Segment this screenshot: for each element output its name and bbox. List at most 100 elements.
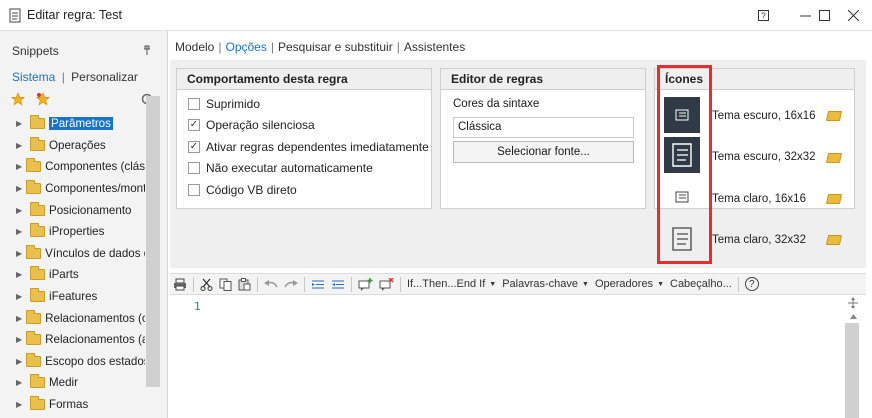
snippets-scrollbar[interactable] [146, 96, 160, 387]
header-button[interactable]: Cabeçalho... [667, 275, 735, 293]
close-button[interactable] [830, 0, 872, 30]
tree-item[interactable]: ▶ Vínculos de dados d [0, 243, 145, 265]
tree-item[interactable]: ▶ Componentes/mont [0, 178, 145, 200]
help-window-button[interactable]: ? [740, 0, 786, 30]
behavior-options: Suprimido ✓ Operação silenciosa ✓ Ativar r… [177, 90, 431, 201]
expand-arrow-icon[interactable]: ▶ [16, 335, 22, 344]
header-label: Cabeçalho... [670, 278, 732, 290]
tree-item[interactable]: ▶ iProperties [0, 221, 145, 243]
copy-icon [219, 278, 232, 291]
open-folder-icon[interactable] [825, 111, 843, 121]
paste-button[interactable] [235, 275, 254, 293]
option-suprimido[interactable]: Suprimido [177, 93, 431, 115]
tree-item-label: Componentes (cláss [45, 160, 145, 174]
redo-icon [284, 280, 298, 288]
option-ativar-regras[interactable]: ✓ Ativar regras dependentes imediatamente [177, 136, 431, 158]
tree-item[interactable]: ▶ Parâmetros [0, 113, 145, 135]
expand-arrow-icon[interactable]: ▶ [16, 400, 26, 409]
select-font-button[interactable]: Selecionar fonte... [453, 141, 634, 163]
tree-item[interactable]: ▶ Formas [0, 394, 145, 416]
expand-arrow-icon[interactable]: ▶ [16, 141, 26, 150]
tree-item[interactable]: ▶ Medir [0, 372, 145, 394]
indent-icon [312, 280, 324, 288]
folder-icon [26, 352, 42, 367]
add-comment-button[interactable] [355, 275, 376, 293]
help-button[interactable]: ? [742, 275, 762, 293]
tab-pesquisar[interactable]: Pesquisar e substituir [278, 40, 393, 54]
tab-sistema[interactable]: Sistema [12, 70, 55, 84]
tree-item-label: Vínculos de dados d [45, 246, 145, 260]
tab-assistentes[interactable]: Assistentes [404, 40, 465, 54]
copy-button[interactable] [216, 275, 235, 293]
option-label: Ativar regras dependentes imediatamente [206, 139, 429, 154]
option-label: Não executar automaticamente [206, 161, 373, 176]
option-nao-executar[interactable]: Não executar automaticamente [177, 158, 431, 180]
tree-item-label: iParts [49, 268, 79, 282]
scroll-up-arrow-icon[interactable] [849, 313, 858, 320]
undo-button[interactable] [261, 275, 281, 293]
indent-button[interactable] [308, 275, 328, 293]
checkbox[interactable] [188, 162, 200, 175]
maximize-icon [818, 9, 830, 21]
expand-arrow-icon[interactable]: ▶ [16, 206, 26, 215]
checkbox-checked[interactable]: ✓ [188, 140, 200, 153]
pin-icon[interactable] [142, 45, 152, 56]
tab-divider: | [396, 40, 400, 54]
keywords-dropdown[interactable]: Palavras-chave ▼ [499, 275, 592, 293]
expand-arrow-icon[interactable]: ▶ [16, 357, 22, 366]
title-bar: Editar regra: Test ? [0, 0, 872, 31]
open-folder-icon[interactable] [825, 153, 843, 163]
expand-arrow-icon[interactable]: ▶ [16, 119, 26, 128]
star-icon[interactable] [11, 92, 25, 106]
tree-item[interactable]: ▶ Relacionamentos (c [0, 307, 145, 329]
redo-button[interactable] [281, 275, 301, 293]
checkbox[interactable] [188, 183, 200, 196]
expand-arrow-icon[interactable]: ▶ [16, 162, 22, 171]
open-folder-icon[interactable] [825, 235, 843, 245]
tab-personalizar[interactable]: Personalizar [71, 70, 138, 84]
code-editor[interactable]: 1 [170, 296, 866, 418]
tree-item[interactable]: ▶ iParts [0, 264, 145, 286]
expand-arrow-icon[interactable]: ▶ [16, 249, 22, 258]
expand-arrow-icon[interactable]: ▶ [16, 378, 26, 387]
tree-item[interactable]: ▶ Posicionamento [0, 199, 145, 221]
cut-icon [200, 278, 213, 291]
folder-icon [30, 374, 45, 389]
tree-item[interactable]: ▶ Escopo dos estados [0, 351, 145, 373]
star-add-icon[interactable] [36, 92, 51, 106]
tree-item-label: Relacionamentos (c [45, 311, 145, 325]
icon-label: Tema claro, 32x32 [712, 234, 806, 246]
tree-item[interactable]: ▶ Operações [0, 135, 145, 157]
cut-button[interactable] [197, 275, 216, 293]
remove-comment-button[interactable] [376, 275, 397, 293]
option-codigo-vb[interactable]: Código VB direto [177, 179, 431, 201]
open-folder-icon[interactable] [825, 194, 843, 204]
tree-item[interactable]: ▶ Componentes (cláss [0, 156, 145, 178]
tree-item-label: Posicionamento [49, 203, 132, 217]
outdent-button[interactable] [328, 275, 348, 293]
syntax-colors-field[interactable]: Clássica [453, 117, 634, 138]
expand-arrow-icon[interactable]: ▶ [16, 292, 26, 301]
expand-arrow-icon[interactable]: ▶ [16, 314, 22, 323]
expand-arrow-icon[interactable]: ▶ [16, 184, 22, 193]
tab-opcoes[interactable]: Opções [225, 40, 266, 54]
keywords-label: Palavras-chave [502, 278, 579, 290]
toolbar-separator [737, 276, 739, 292]
operators-dropdown[interactable]: Operadores ▼ [592, 275, 667, 293]
expand-arrow-icon[interactable]: ▶ [16, 270, 26, 279]
tree-item[interactable]: ▶ iFeatures [0, 286, 145, 308]
option-operacao-silenciosa[interactable]: ✓ Operação silenciosa [177, 115, 431, 137]
editor-tabs: Modelo | Opções | Pesquisar e substituir | Ass… [175, 40, 465, 54]
tree-item[interactable]: ▶ Relacionamentos (a [0, 329, 145, 351]
folder-icon [26, 331, 42, 346]
checkbox[interactable] [188, 97, 200, 110]
split-handle-icon[interactable] [847, 297, 859, 309]
help-box-icon: ? [757, 9, 769, 21]
rule-editor-title: Editor de regras [441, 69, 645, 90]
checkbox-checked[interactable]: ✓ [188, 119, 200, 132]
print-button[interactable] [170, 275, 190, 293]
ifthen-dropdown[interactable]: If...Then...End If ▼ [404, 275, 499, 293]
tab-modelo[interactable]: Modelo [175, 40, 214, 54]
editor-scrollbar[interactable] [845, 323, 859, 418]
expand-arrow-icon[interactable]: ▶ [16, 227, 26, 236]
